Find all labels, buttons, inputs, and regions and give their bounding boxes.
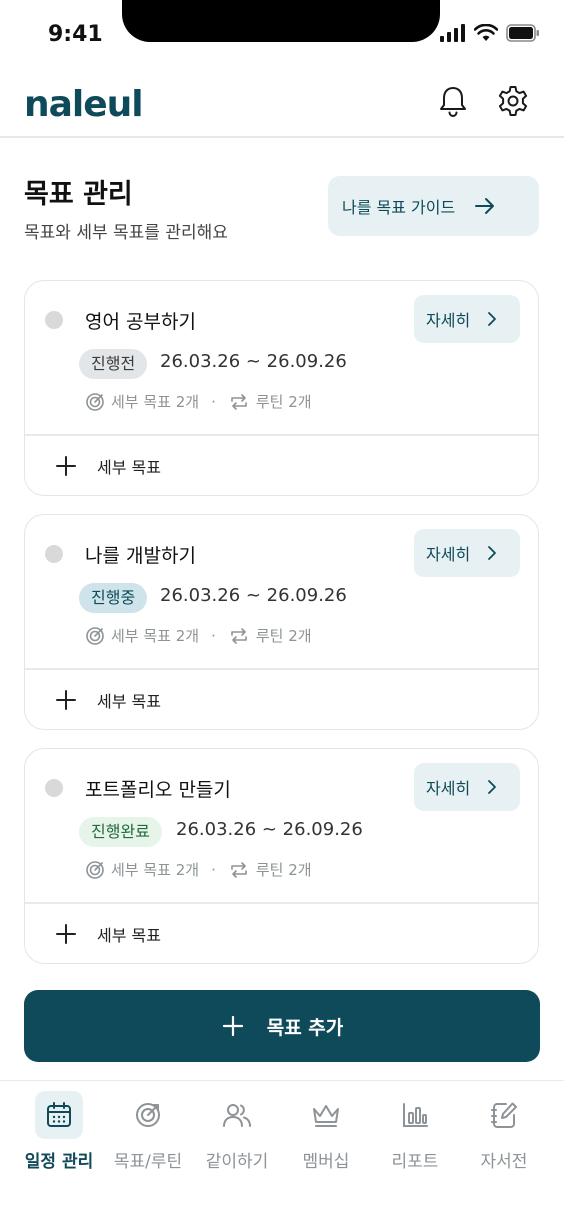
repeat-icon	[231, 627, 247, 644]
plus-icon	[56, 923, 76, 944]
page-title: 목표 관리	[24, 179, 133, 210]
goal-status-dot	[45, 545, 63, 563]
add-sub-goal-label: 세부 목표	[97, 457, 161, 477]
goal-card: 나를 개발하기 자세히 진행중 26.03.26 ~ 26.09.26 세부 목…	[24, 514, 539, 730]
arrow-right-icon	[475, 198, 495, 214]
status-badge: 진행전	[79, 349, 148, 379]
goal-card: 영어 공부하기 자세히 진행전 26.03.26 ~ 26.09.26 세부 목…	[24, 280, 539, 496]
add-goal-button[interactable]: 목표 추가	[24, 990, 540, 1062]
goal-guide-label: 나를 목표 가이드	[342, 198, 456, 217]
nav-label: 멤버십	[302, 1152, 350, 1172]
routine-count: 루틴 2개	[255, 861, 312, 879]
bottom-nav: 일정 관리 목표/루틴 같이하기 멤버십 리포트 자서전	[0, 1080, 564, 1218]
goal-dates: 26.03.26 ~ 26.09.26	[176, 819, 363, 840]
nav-icon-wrap	[213, 1091, 261, 1139]
app-logo: naleul	[24, 84, 144, 125]
detail-label: 자세히	[426, 779, 471, 798]
add-sub-goal-button[interactable]: 세부 목표	[25, 670, 538, 729]
chevron-right-icon	[488, 780, 497, 794]
nav-icon-wrap	[124, 1091, 172, 1139]
app-header: naleul	[0, 64, 564, 138]
meta-separator: ·	[211, 392, 216, 411]
nav-icon-wrap	[480, 1091, 528, 1139]
calendar-icon	[47, 1102, 71, 1127]
bar-chart-icon	[403, 1103, 428, 1127]
nav-icon-wrap	[391, 1091, 439, 1139]
nav-label: 같이하기	[205, 1152, 269, 1172]
detail-label: 자세히	[426, 545, 471, 564]
add-sub-goal-button[interactable]: 세부 목표	[25, 436, 538, 495]
nav-label: 자서전	[480, 1152, 528, 1172]
notebook-pen-icon	[491, 1102, 517, 1128]
goal-title: 영어 공부하기	[85, 311, 196, 333]
target-icon	[136, 1103, 160, 1127]
users-icon	[223, 1104, 251, 1127]
nav-icon-wrap	[302, 1091, 350, 1139]
goal-dates: 26.03.26 ~ 26.09.26	[160, 351, 347, 372]
signal-icon	[440, 24, 465, 42]
crown-icon	[313, 1105, 339, 1127]
plus-icon	[56, 689, 76, 710]
chevron-right-icon	[488, 312, 497, 326]
goal-meta: 세부 목표 2개 · 루틴 2개	[85, 625, 312, 646]
goal-detail-button[interactable]: 자세히	[414, 295, 520, 343]
goal-meta: 세부 목표 2개 · 루틴 2개	[85, 391, 312, 412]
sub-goal-count: 세부 목표 2개	[111, 861, 200, 879]
routine-count: 루틴 2개	[255, 627, 312, 645]
goal-status-dot	[45, 779, 63, 797]
goal-title: 포트폴리오 만들기	[85, 779, 231, 801]
nav-label: 목표/루틴	[113, 1152, 183, 1172]
add-goal-label: 목표 추가	[266, 1016, 344, 1039]
repeat-icon	[231, 393, 247, 410]
goal-guide-button[interactable]: 나를 목표 가이드	[328, 176, 539, 236]
target-icon	[86, 860, 104, 879]
sub-goal-count: 세부 목표 2개	[111, 393, 200, 411]
device-notch	[122, 0, 440, 42]
nav-item-membership[interactable]: 멤버십	[279, 1091, 373, 1181]
routine-count: 루틴 2개	[255, 393, 312, 411]
repeat-icon	[231, 861, 247, 878]
nav-icon-wrap	[35, 1091, 83, 1139]
goal-dates: 26.03.26 ~ 26.09.26	[160, 585, 347, 606]
nav-item-goals[interactable]: 목표/루틴	[101, 1091, 195, 1181]
detail-label: 자세히	[426, 311, 471, 330]
target-icon	[86, 626, 104, 645]
plus-icon	[222, 1015, 243, 1037]
goal-status-dot	[45, 311, 63, 329]
status-badge: 진행중	[79, 583, 148, 613]
chevron-right-icon	[488, 546, 497, 560]
status-icons	[440, 24, 540, 42]
status-bar: 9:41	[0, 0, 564, 64]
goal-title: 나를 개발하기	[85, 545, 196, 567]
gear-icon[interactable]	[496, 84, 530, 118]
target-icon	[86, 392, 104, 411]
meta-separator: ·	[211, 860, 216, 879]
nav-item-together[interactable]: 같이하기	[190, 1091, 284, 1181]
meta-separator: ·	[211, 626, 216, 645]
goal-detail-button[interactable]: 자세히	[414, 529, 520, 577]
nav-label: 리포트	[391, 1152, 439, 1172]
goal-detail-button[interactable]: 자세히	[414, 763, 520, 811]
nav-label: 일정 관리	[24, 1152, 94, 1172]
nav-item-autobiography[interactable]: 자서전	[457, 1091, 551, 1181]
page-subtitle: 목표와 세부 목표를 관리해요	[24, 223, 228, 243]
plus-icon	[56, 455, 76, 476]
goal-card: 포트폴리오 만들기 자세히 진행완료 26.03.26 ~ 26.09.26 세…	[24, 748, 539, 964]
add-sub-goal-label: 세부 목표	[97, 925, 161, 945]
add-sub-goal-button[interactable]: 세부 목표	[25, 904, 538, 963]
battery-icon	[506, 24, 539, 42]
status-time: 9:41	[48, 22, 103, 47]
sub-goal-count: 세부 목표 2개	[111, 627, 200, 645]
goal-meta: 세부 목표 2개 · 루틴 2개	[85, 859, 312, 880]
status-badge: 진행완료	[79, 817, 162, 847]
bell-icon[interactable]	[436, 84, 470, 118]
nav-item-report[interactable]: 리포트	[368, 1091, 462, 1181]
add-sub-goal-label: 세부 목표	[97, 691, 161, 711]
wifi-icon	[474, 24, 498, 41]
nav-item-schedule[interactable]: 일정 관리	[12, 1091, 106, 1181]
